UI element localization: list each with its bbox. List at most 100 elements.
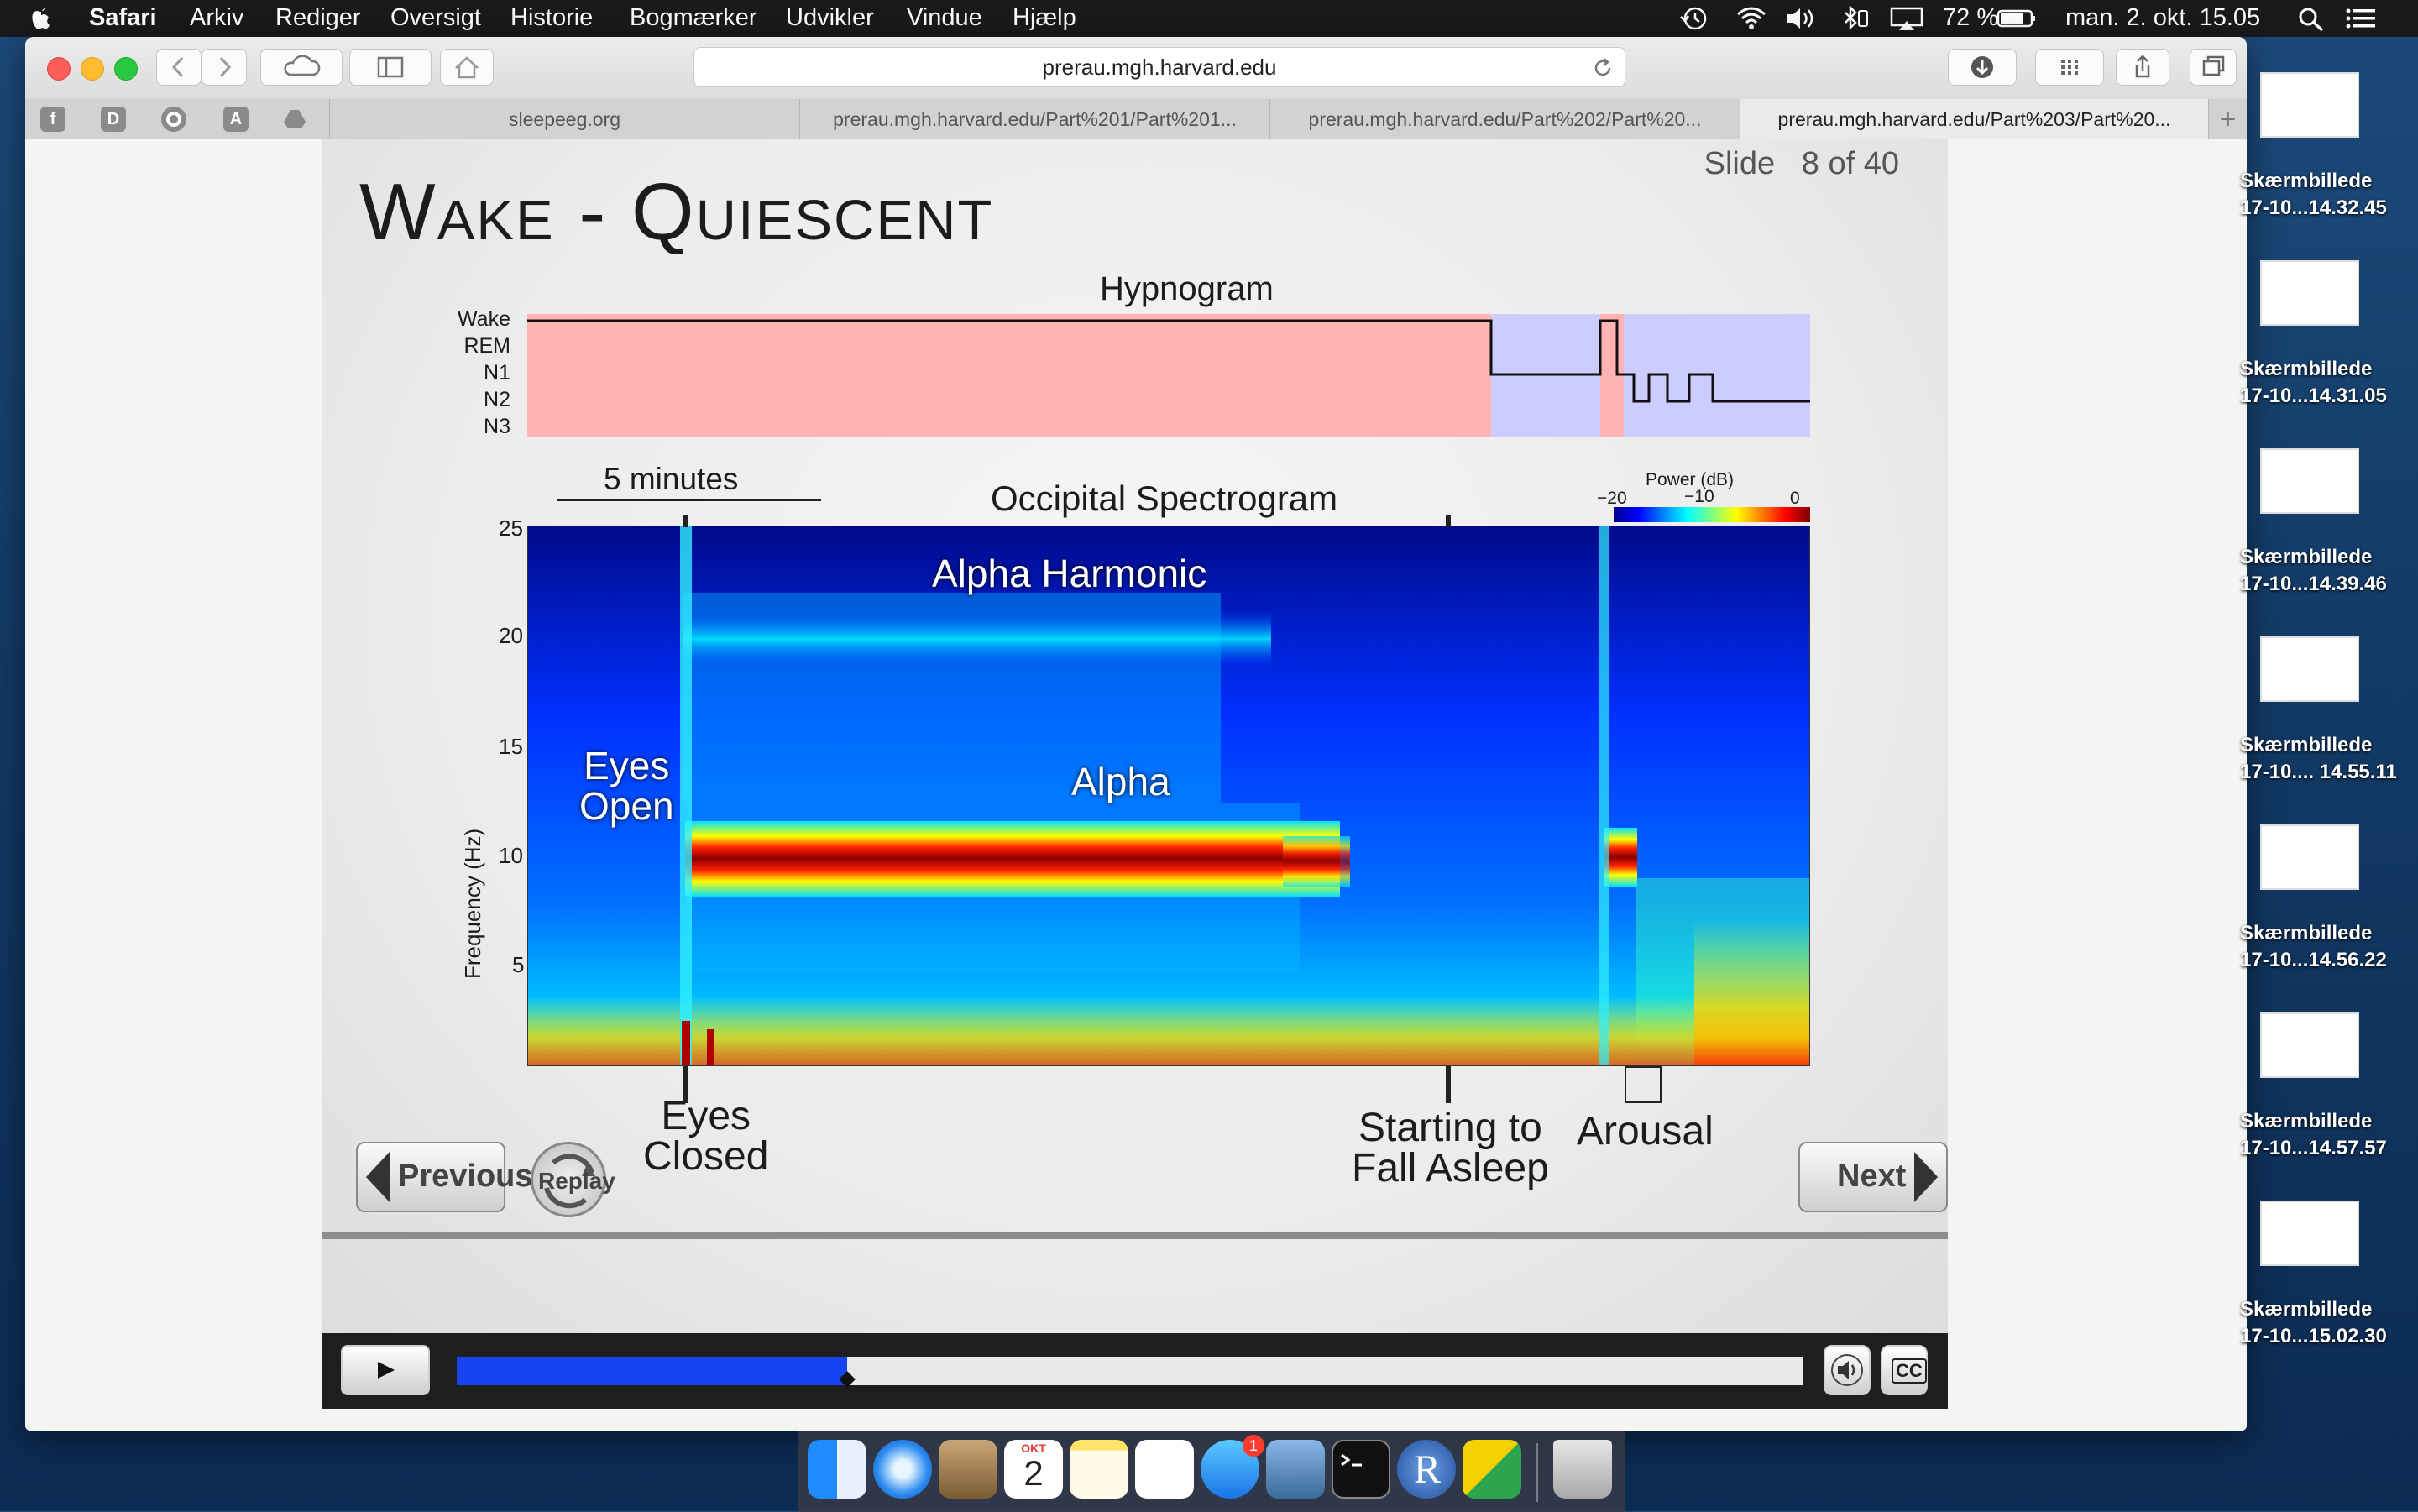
desktop-file-name-7: Skærmbillede xyxy=(2240,1298,2373,1321)
share-icon xyxy=(2135,55,2150,78)
previous-arrow-icon xyxy=(366,1152,390,1202)
desktop-file-name-4: Skærmbillede xyxy=(2240,734,2373,756)
r-letter-icon: R xyxy=(1414,1447,1442,1492)
progress-bar[interactable] xyxy=(457,1357,1803,1388)
label-alpha-harmonic: Alpha Harmonic xyxy=(932,552,1207,595)
bluetooth-icon[interactable] xyxy=(1839,6,1872,31)
screenshot-thumbnail xyxy=(2260,448,2359,514)
menu-rediger[interactable]: Rediger xyxy=(275,4,361,32)
screenshot-thumbnail xyxy=(2260,1012,2359,1078)
menu-clock[interactable]: man. 2. okt. 15.05 xyxy=(2065,4,2260,32)
page-content: Wake - Quiescent Slide 8 of 40 Hypnogram… xyxy=(25,139,2247,1431)
y-tick-20: 20 xyxy=(499,623,523,648)
desktop-file-name-1: Skærmbillede xyxy=(2240,170,2373,192)
back-button[interactable] xyxy=(156,49,202,86)
time-scale-label: 5 minutes xyxy=(604,462,739,496)
time-scale-bar xyxy=(557,499,821,501)
home-icon xyxy=(455,56,479,79)
menu-historie[interactable]: Historie xyxy=(510,4,593,32)
slide-divider xyxy=(322,1232,1948,1239)
d-favorite-icon[interactable]: D xyxy=(101,107,126,132)
notes-dock-icon[interactable] xyxy=(1070,1440,1128,1499)
reminders-dock-icon[interactable] xyxy=(1135,1440,1194,1499)
y-axis-label: Frequency (Hz) xyxy=(460,828,485,979)
menu-app-name[interactable]: Safari xyxy=(89,4,157,32)
closed-captions-button[interactable]: CC xyxy=(1881,1345,1928,1395)
cloud-icon xyxy=(284,55,321,76)
volume-button[interactable] xyxy=(1824,1345,1871,1395)
finder-dock-icon[interactable] xyxy=(808,1440,866,1499)
screenshot-thumbnail xyxy=(2260,260,2359,326)
tab-part1[interactable]: prerau.mgh.harvard.edu/Part%201/Part%201… xyxy=(799,99,1269,139)
menu-hjaelp[interactable]: Hjælp xyxy=(1013,4,1076,32)
top-sites-button[interactable] xyxy=(2035,49,2104,86)
label-eyes-closed-line1: Eyes xyxy=(661,1094,751,1138)
play-button[interactable] xyxy=(341,1345,430,1395)
screenshot-thumbnail xyxy=(2260,1201,2359,1266)
eagle-app-dock-icon[interactable] xyxy=(939,1440,997,1499)
drive-favorite-icon[interactable] xyxy=(282,107,307,132)
event-marker-arousal xyxy=(1625,1066,1662,1103)
replay-button[interactable]: Replay xyxy=(531,1142,615,1217)
apple-menu-icon[interactable] xyxy=(30,3,52,30)
desktop-file-name-6: Skærmbillede xyxy=(2240,1110,2373,1133)
calendar-dock-icon[interactable]: OKT 2 xyxy=(1004,1440,1063,1499)
slide-counter-value: 8 of 40 xyxy=(1801,146,1899,181)
next-label: Next xyxy=(1837,1159,1907,1194)
downloads-button[interactable] xyxy=(1948,49,2017,86)
wifi-icon[interactable] xyxy=(1735,6,1768,31)
zoom-window-button[interactable] xyxy=(114,57,138,81)
stage-label-wake: Wake xyxy=(458,307,510,331)
event-marker-top-starting xyxy=(1446,515,1451,527)
spotlight-search-icon[interactable] xyxy=(2297,6,2326,31)
address-bar[interactable]: prerau.mgh.harvard.edu xyxy=(693,47,1625,87)
facebook-favorite-icon[interactable]: f xyxy=(40,107,65,132)
label-starting-to-fall-asleep: Starting to Fall Asleep xyxy=(1352,1108,1549,1189)
messages-dock-icon[interactable]: 1 xyxy=(1201,1435,1264,1499)
chevron-left-icon xyxy=(171,56,184,78)
scrivener-dock-icon[interactable] xyxy=(1463,1440,1521,1499)
tab-sleepeeg[interactable]: sleepeeg.org xyxy=(329,99,799,139)
label-starting-line2: Fall Asleep xyxy=(1352,1146,1549,1190)
trash-dock-icon[interactable] xyxy=(1553,1440,1612,1499)
menu-oversigt[interactable]: Oversigt xyxy=(390,4,481,32)
new-tab-button[interactable]: + xyxy=(2208,99,2247,139)
r-app-dock-icon[interactable]: R xyxy=(1397,1440,1456,1499)
tab-part3[interactable]: prerau.mgh.harvard.edu/Part%203/Part%20.… xyxy=(1740,99,2208,139)
presentation-slide: Wake - Quiescent Slide 8 of 40 Hypnogram… xyxy=(322,139,1948,1333)
menu-bogmaerker[interactable]: Bogmærker xyxy=(630,4,757,32)
battery-icon[interactable] xyxy=(1997,6,2037,31)
terminal-dock-icon[interactable] xyxy=(1332,1440,1390,1499)
close-window-button[interactable] xyxy=(47,57,71,81)
safari-dock-icon[interactable] xyxy=(873,1440,932,1499)
home-button[interactable] xyxy=(440,49,494,86)
previous-label: Previous xyxy=(398,1159,533,1194)
github-favorite-icon[interactable] xyxy=(161,107,186,132)
forward-button[interactable] xyxy=(202,49,247,86)
sidebar-button[interactable] xyxy=(349,49,432,86)
label-eyes-open-line1: Eyes xyxy=(584,744,670,787)
time-machine-icon[interactable] xyxy=(1679,6,1709,31)
menu-udvikler[interactable]: Udvikler xyxy=(786,4,874,32)
preview-dock-icon[interactable] xyxy=(1266,1440,1325,1499)
icloud-tabs-button[interactable] xyxy=(260,49,343,86)
reload-icon[interactable] xyxy=(1591,56,1615,80)
menu-bar: Safari Arkiv Rediger Oversigt Historie B… xyxy=(0,0,2418,37)
speaker-icon xyxy=(1831,1354,1863,1386)
minimize-window-button[interactable] xyxy=(81,57,104,81)
share-button[interactable] xyxy=(2116,49,2169,86)
menu-vindue[interactable]: Vindue xyxy=(907,4,982,32)
desktop-file-date-1: 17-10...14.32.45 xyxy=(2240,196,2387,219)
desktop-file-date-7: 17-10...15.02.30 xyxy=(2240,1325,2387,1347)
notification-center-icon[interactable] xyxy=(2344,6,2378,31)
a-favorite-icon[interactable]: A xyxy=(223,107,249,132)
tab-part2[interactable]: prerau.mgh.harvard.edu/Part%202/Part%20.… xyxy=(1269,99,1740,139)
download-icon xyxy=(1971,56,1993,78)
next-button[interactable]: Next xyxy=(1798,1142,1948,1212)
volume-icon[interactable] xyxy=(1785,6,1819,31)
airplay-icon[interactable] xyxy=(1889,6,1924,31)
menu-arkiv[interactable]: Arkiv xyxy=(190,4,243,32)
calendar-day: 2 xyxy=(1023,1453,1044,1493)
previous-button[interactable]: Previous xyxy=(356,1142,533,1212)
show-all-tabs-button[interactable] xyxy=(2190,49,2237,86)
